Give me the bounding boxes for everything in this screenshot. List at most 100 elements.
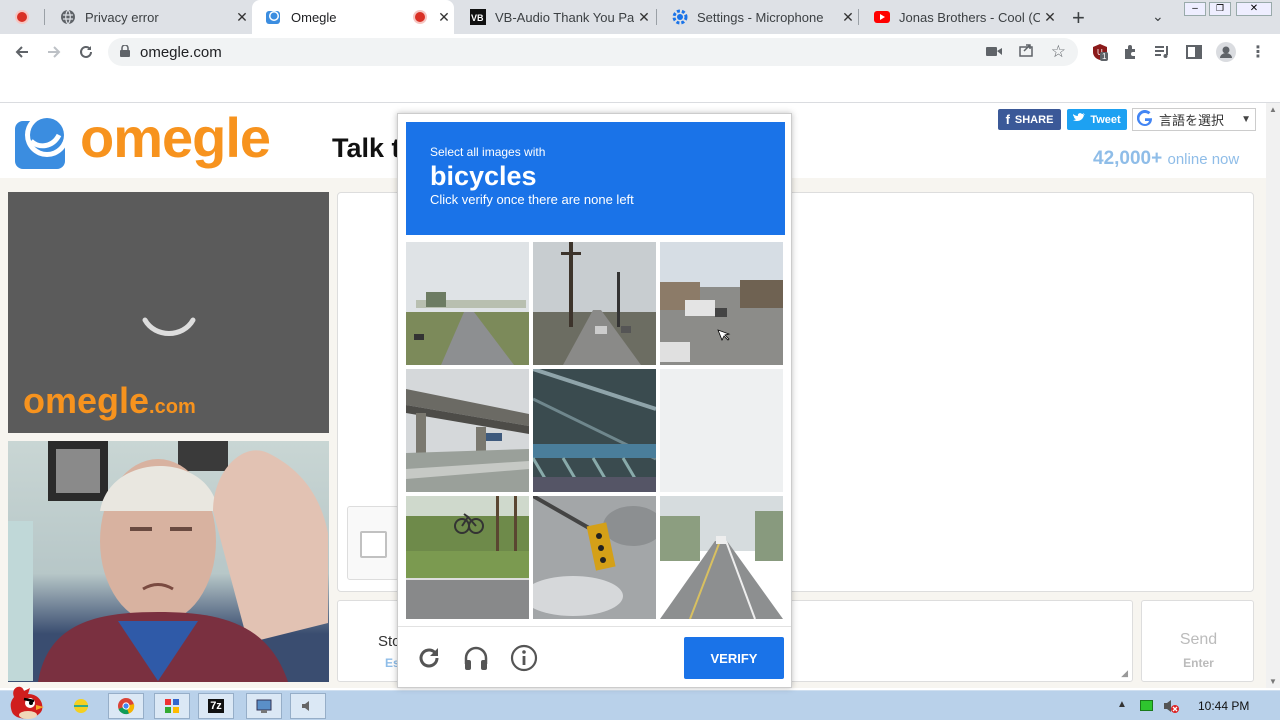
stranger-video: omegle.com	[8, 192, 329, 433]
camera-icon[interactable]	[986, 44, 1002, 61]
video-logo-suffix: .com	[149, 396, 196, 418]
enter-hint: Enter	[1183, 656, 1214, 670]
google-g-icon	[1136, 110, 1153, 129]
captcha-tile-traffic-light[interactable]	[533, 496, 656, 619]
send-button[interactable]: Send Enter	[1141, 600, 1254, 682]
tab-title: Jonas Brothers - Cool (C	[899, 9, 1040, 25]
browser-toolbar: omegle.com ☆ U 1 ⋮	[0, 34, 1280, 70]
taskbar-network-button[interactable]	[246, 693, 282, 719]
facebook-share-button[interactable]: f SHARE	[998, 109, 1061, 130]
monitor-icon	[256, 699, 272, 713]
facebook-icon: f	[1005, 112, 1010, 127]
dropdown-arrow-icon: ▼	[1241, 114, 1251, 125]
taskbar-audio-button[interactable]	[290, 693, 326, 719]
recording-icon	[14, 9, 30, 25]
tab-search-icon[interactable]: ⌄	[1152, 8, 1164, 25]
captcha-tile-city-street[interactable]	[660, 242, 783, 365]
captcha-instruction: Select all images with	[430, 145, 546, 159]
captcha-tile-blank[interactable]	[660, 369, 783, 492]
twitter-bird-icon	[1073, 113, 1086, 126]
back-icon[interactable]	[12, 42, 32, 62]
bookmark-bar	[0, 70, 1280, 103]
forward-icon[interactable]	[44, 42, 64, 62]
extensions-puzzle-icon[interactable]	[1120, 42, 1140, 62]
tab-settings-microphone[interactable]: Settings - Microphone ✕	[658, 0, 858, 34]
message-input[interactable]	[798, 605, 1128, 679]
omegle-logo-icon[interactable]	[15, 111, 75, 174]
taskbar: 7z ▲ 10:44 PM	[0, 686, 1280, 721]
reload-challenge-icon[interactable]	[415, 644, 443, 672]
tab-omegle[interactable]: Omegle ✕	[252, 0, 454, 34]
captcha-anchor	[347, 506, 399, 580]
loading-spinner-icon	[142, 317, 196, 336]
taskbar-chrome-button[interactable]	[108, 693, 144, 719]
captcha-tile-bridge[interactable]	[533, 369, 656, 492]
speaker-icon	[302, 701, 309, 711]
tab-youtube[interactable]: Jonas Brothers - Cool (C ✕	[860, 0, 1060, 34]
menu-kebab-icon[interactable]: ⋮	[1248, 42, 1268, 62]
extension-shield-icon[interactable]: U 1	[1090, 42, 1110, 62]
close-tab-icon[interactable]: ✕	[634, 9, 654, 26]
tab-title: Omegle	[291, 9, 337, 25]
minimize-button[interactable]: –	[1184, 2, 1206, 16]
recaptcha-challenge: Select all images with bicycles Click ve…	[397, 113, 792, 688]
captcha-tile-highway-underpass[interactable]	[406, 369, 529, 492]
globe-icon	[60, 9, 76, 25]
file-explorer-icon[interactable]	[70, 696, 92, 721]
reload-icon[interactable]	[76, 42, 96, 62]
close-tab-icon[interactable]: ✕	[232, 9, 252, 26]
volume-muted-icon[interactable]	[1162, 697, 1180, 720]
taskbar-7zip-button[interactable]: 7z	[198, 693, 234, 719]
verify-button[interactable]: VERIFY	[684, 637, 784, 679]
tab-strip: Privacy error ✕ Omegle ✕ VB VB-Audio Tha…	[0, 0, 1280, 34]
google-translate-select[interactable]: 言語を選択 ▼	[1132, 108, 1256, 131]
bookmark-star-icon[interactable]: ☆	[1051, 42, 1066, 62]
tab-vb-audio[interactable]: VB VB-Audio Thank You Pa ✕	[456, 0, 654, 34]
self-video	[8, 441, 329, 682]
tab-title: VB-Audio Thank You Pa	[495, 9, 634, 25]
side-panel-icon[interactable]	[1184, 42, 1204, 62]
colorful-app-icon	[165, 699, 179, 713]
audio-challenge-headphones-icon[interactable]	[462, 644, 490, 672]
svg-text:VB: VB	[471, 13, 484, 23]
captcha-tile-street-poles[interactable]	[533, 242, 656, 365]
captcha-tile-road-overpass[interactable]	[406, 242, 529, 365]
tray-expand-icon[interactable]: ▲	[1117, 699, 1127, 710]
extension-badge: 1	[1100, 52, 1109, 61]
media-control-icon[interactable]	[1152, 42, 1172, 62]
video-logo-text: omegle	[23, 380, 150, 421]
maximize-button[interactable]: ❐	[1209, 2, 1231, 16]
new-tab-button[interactable]: +	[1072, 5, 1085, 31]
seven-zip-icon: 7z	[208, 699, 224, 713]
online-count: 42,000+ online now	[1093, 148, 1239, 170]
tweet-label: Tweet	[1090, 113, 1121, 126]
close-tab-icon[interactable]: ✕	[1040, 9, 1060, 26]
close-window-button[interactable]: ✕	[1236, 2, 1272, 16]
captcha-checkbox[interactable]	[360, 531, 387, 558]
translate-label: 言語を選択	[1159, 113, 1225, 128]
captcha-tile-bicycle[interactable]	[406, 496, 529, 619]
vb-audio-icon: VB	[470, 9, 486, 25]
resize-handle-icon[interactable]: ◢	[1121, 668, 1128, 679]
video-watermark: omegle.com	[23, 380, 196, 422]
online-number: 42,000+	[1093, 148, 1163, 169]
taskbar-app-button[interactable]	[154, 693, 190, 719]
captcha-tile-rural-road[interactable]	[660, 496, 783, 619]
youtube-icon	[874, 9, 890, 25]
omegle-logo-text: omegle	[80, 106, 271, 169]
page-scrollbar[interactable]: ▲ ▼	[1266, 103, 1280, 688]
info-icon[interactable]	[510, 644, 538, 672]
close-tab-icon[interactable]: ✕	[434, 9, 454, 26]
share-label: SHARE	[1014, 113, 1054, 126]
tweet-button[interactable]: Tweet	[1067, 109, 1127, 130]
close-tab-icon[interactable]: ✕	[838, 9, 858, 26]
address-bar[interactable]: omegle.com ☆	[108, 38, 1078, 66]
profile-avatar-icon[interactable]	[1216, 42, 1236, 62]
captcha-target: bicycles	[430, 161, 537, 191]
battery-icon[interactable]	[1140, 700, 1153, 711]
share-icon[interactable]	[1018, 42, 1034, 62]
tab-privacy-error[interactable]: Privacy error ✕	[46, 0, 252, 34]
tagline: Talk t	[332, 133, 401, 163]
tab-recording[interactable]	[0, 0, 44, 34]
lock-icon	[120, 43, 130, 61]
